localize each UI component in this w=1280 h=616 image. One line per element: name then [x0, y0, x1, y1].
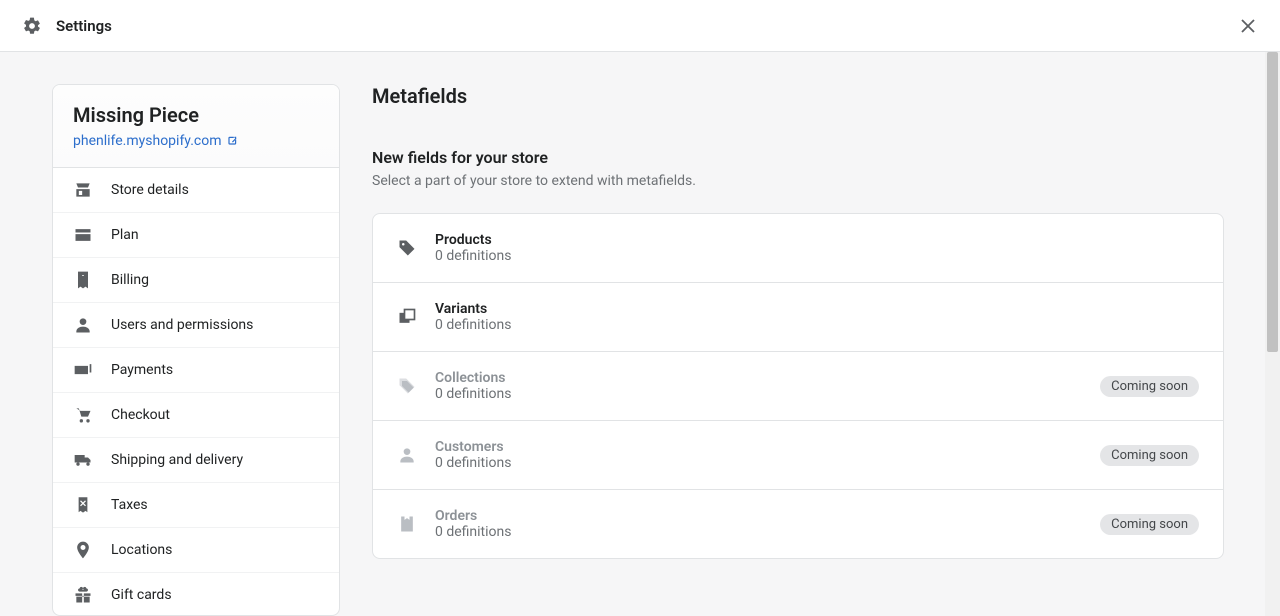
coming-soon-badge: Coming soon	[1100, 514, 1199, 535]
row-title: Customers	[435, 439, 1082, 455]
sidebar-item-billing[interactable]: Billing	[53, 258, 339, 303]
row-text: Products 0 definitions	[435, 232, 1199, 264]
external-link-icon	[226, 135, 238, 147]
content: Missing Piece phenlife.myshopify.com Sto…	[0, 52, 1280, 616]
topbar-left: Settings	[22, 16, 112, 36]
sidebar-item-locations[interactable]: Locations	[53, 528, 339, 573]
shipping-icon	[73, 450, 93, 470]
orders-icon	[397, 514, 417, 534]
close-icon	[1238, 16, 1258, 36]
store-url-link[interactable]: phenlife.myshopify.com	[73, 133, 238, 149]
row-orders: Orders 0 definitions Coming soon	[373, 490, 1223, 558]
sidebar-item-store-details[interactable]: Store details	[53, 168, 339, 213]
collections-icon	[397, 376, 417, 396]
row-sub: 0 definitions	[435, 524, 1082, 540]
sidebar-item-payments[interactable]: Payments	[53, 348, 339, 393]
scrollbar[interactable]	[1265, 52, 1280, 616]
customers-icon	[397, 445, 417, 465]
row-sub: 0 definitions	[435, 386, 1082, 402]
gift-icon	[73, 585, 93, 605]
topbar: Settings	[0, 0, 1280, 52]
sidebar-item-label: Gift cards	[111, 587, 172, 603]
variants-icon	[397, 307, 417, 327]
sidebar-item-gift-cards[interactable]: Gift cards	[53, 573, 339, 616]
payments-icon	[73, 360, 93, 380]
row-collections: Collections 0 definitions Coming soon	[373, 352, 1223, 421]
metafields-card: Products 0 definitions Variants 0 defini…	[372, 213, 1224, 559]
store-url: phenlife.myshopify.com	[73, 133, 319, 149]
sidebar-item-label: Plan	[111, 227, 139, 243]
sidebar-item-label: Shipping and delivery	[111, 452, 243, 468]
sidebar-item-label: Payments	[111, 362, 173, 378]
row-title: Collections	[435, 370, 1082, 386]
billing-icon	[73, 270, 93, 290]
section-sub: Select a part of your store to extend wi…	[372, 173, 1224, 189]
plan-icon	[73, 225, 93, 245]
sidebar-item-taxes[interactable]: Taxes	[53, 483, 339, 528]
topbar-title: Settings	[56, 17, 112, 35]
checkout-icon	[73, 405, 93, 425]
row-sub: 0 definitions	[435, 317, 1199, 333]
sidebar-item-label: Billing	[111, 272, 149, 288]
tag-icon	[397, 238, 417, 258]
sidebar-item-label: Checkout	[111, 407, 170, 423]
coming-soon-badge: Coming soon	[1100, 445, 1199, 466]
page-title: Metafields	[372, 84, 1224, 108]
sidebar: Missing Piece phenlife.myshopify.com Sto…	[52, 84, 340, 616]
row-text: Variants 0 definitions	[435, 301, 1199, 333]
section-title: New fields for your store	[372, 148, 1224, 167]
row-products[interactable]: Products 0 definitions	[373, 214, 1223, 283]
store-url-text: phenlife.myshopify.com	[73, 133, 221, 149]
gear-icon	[22, 16, 42, 36]
sidebar-item-shipping[interactable]: Shipping and delivery	[53, 438, 339, 483]
row-variants[interactable]: Variants 0 definitions	[373, 283, 1223, 352]
store-name: Missing Piece	[73, 103, 319, 127]
row-sub: 0 definitions	[435, 248, 1199, 264]
sidebar-item-plan[interactable]: Plan	[53, 213, 339, 258]
sidebar-item-label: Store details	[111, 182, 189, 198]
sidebar-header: Missing Piece phenlife.myshopify.com	[53, 85, 339, 168]
store-icon	[73, 180, 93, 200]
row-text: Customers 0 definitions	[435, 439, 1082, 471]
users-icon	[73, 315, 93, 335]
row-customers: Customers 0 definitions Coming soon	[373, 421, 1223, 490]
coming-soon-badge: Coming soon	[1100, 376, 1199, 397]
sidebar-item-checkout[interactable]: Checkout	[53, 393, 339, 438]
sidebar-item-label: Locations	[111, 542, 172, 558]
row-text: Collections 0 definitions	[435, 370, 1082, 402]
row-text: Orders 0 definitions	[435, 508, 1082, 540]
sidebar-item-users[interactable]: Users and permissions	[53, 303, 339, 348]
scrollbar-thumb[interactable]	[1267, 52, 1278, 352]
main: Metafields New fields for your store Sel…	[372, 84, 1280, 616]
row-title: Orders	[435, 508, 1082, 524]
row-title: Variants	[435, 301, 1199, 317]
row-sub: 0 definitions	[435, 455, 1082, 471]
sidebar-item-label: Users and permissions	[111, 317, 253, 333]
row-title: Products	[435, 232, 1199, 248]
close-button[interactable]	[1232, 10, 1264, 42]
sidebar-item-label: Taxes	[111, 497, 148, 513]
nav-list: Store details Plan Billing Users and per…	[53, 168, 339, 616]
locations-icon	[73, 540, 93, 560]
taxes-icon	[73, 495, 93, 515]
